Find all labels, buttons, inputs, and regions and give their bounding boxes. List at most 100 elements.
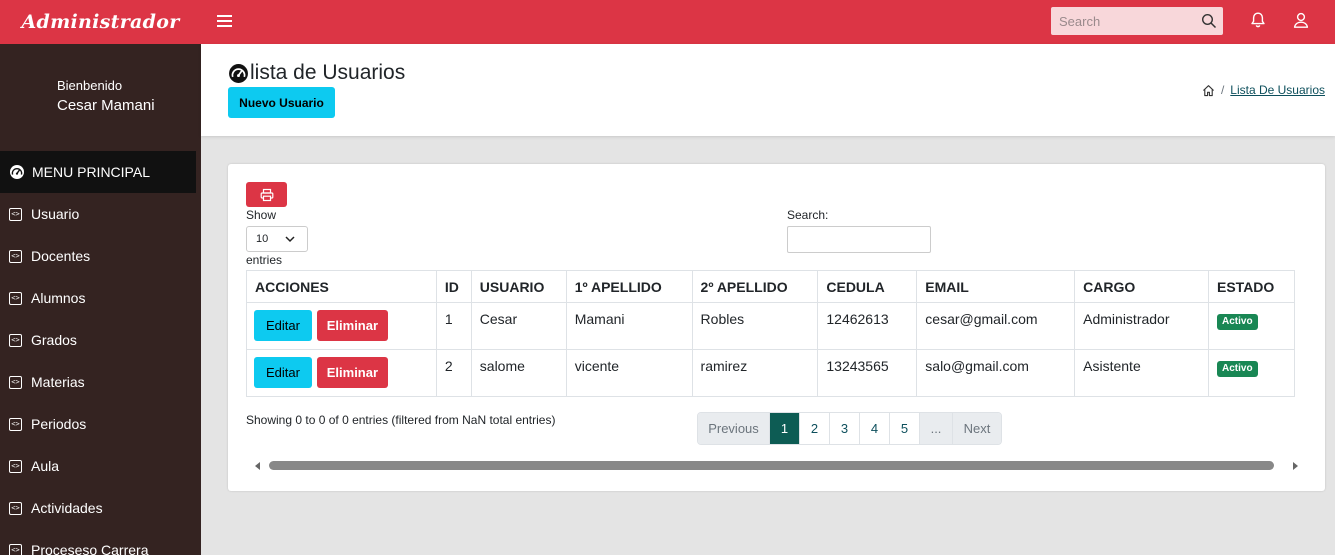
menu-icon[interactable] <box>217 13 232 29</box>
sidebar-item-proceseso-carrera[interactable]: <> Proceseso Carrera <box>0 529 196 555</box>
scroll-right-arrow-icon[interactable] <box>1293 462 1298 470</box>
delete-button[interactable]: Eliminar <box>316 310 388 341</box>
welcome-text: Bienbenido <box>57 78 123 93</box>
sidebar-item-periodos[interactable]: <> Periodos <box>0 403 196 445</box>
cell-email: cesar@gmail.com <box>916 302 1076 350</box>
sidebar-item-label: Docentes <box>31 248 91 264</box>
pagination-page-1[interactable]: 1 <box>769 413 799 444</box>
sidebar-item-docentes[interactable]: <> Docentes <box>0 235 196 277</box>
search-icon[interactable] <box>1201 13 1217 29</box>
cell-apellido2: ramirez <box>691 349 819 397</box>
cell-id: 1 <box>435 302 472 350</box>
column-header-apellido2[interactable]: 2º APELLIDO <box>691 270 819 303</box>
column-header-email[interactable]: EMAIL <box>916 270 1076 303</box>
entries-label: entries <box>246 253 283 267</box>
user-icon[interactable] <box>1292 11 1310 29</box>
cell-actions: Editar Eliminar <box>246 302 437 350</box>
cell-actions: Editar Eliminar <box>246 349 437 397</box>
table-search-label: Search: <box>787 208 829 222</box>
sidebar-item-label: Proceseso Carrera <box>31 542 149 555</box>
table-header-row: ACCIONES ID USUARIO 1º APELLIDO 2º APELL… <box>246 270 1295 303</box>
cell-cedula: 13243565 <box>817 349 918 397</box>
new-user-button[interactable]: Nuevo Usuario <box>228 87 335 118</box>
scroll-left-arrow-icon[interactable] <box>255 462 260 470</box>
chevron-down-icon <box>285 236 295 243</box>
status-badge: Activo <box>1217 314 1258 330</box>
pagination-page-3[interactable]: 3 <box>829 413 859 444</box>
breadcrumb: / Lista De Usuarios <box>1202 83 1325 97</box>
sidebar-item-label: Materias <box>31 374 85 390</box>
column-header-acciones[interactable]: ACCIONES <box>246 270 437 303</box>
sidebar-item-materias[interactable]: <> Materias <box>0 361 196 403</box>
breadcrumb-link[interactable]: Lista De Usuarios <box>1230 83 1325 97</box>
brand-logo[interactable]: Administrador <box>0 0 201 44</box>
sidebar-item-alumnos[interactable]: <> Alumnos <box>0 277 196 319</box>
page-title: lista de Usuarios <box>228 61 405 85</box>
users-table: ACCIONES ID USUARIO 1º APELLIDO 2º APELL… <box>246 270 1295 397</box>
table-info: Showing 0 to 0 of 0 entries (filtered fr… <box>246 413 556 427</box>
sidebar-item-grados[interactable]: <> Grados <box>0 319 196 361</box>
dashboard-gauge-icon <box>229 63 248 83</box>
brand-title: Administrador <box>21 11 180 33</box>
code-square-icon: <> <box>9 249 22 263</box>
pagination-next[interactable]: Next <box>952 413 1001 444</box>
cell-id: 2 <box>435 349 472 397</box>
table-row: Editar Eliminar 1 Cesar Mamani Robles 12… <box>246 302 1295 350</box>
pagination-page-2[interactable]: 2 <box>799 413 829 444</box>
column-header-apellido1[interactable]: 1º APELLIDO <box>565 270 693 303</box>
horizontal-scrollbar[interactable] <box>246 459 1307 473</box>
code-square-icon: <> <box>9 291 22 305</box>
pagination-page-4[interactable]: 4 <box>859 413 889 444</box>
user-name: Cesar Mamani <box>57 97 155 114</box>
pagination: Previous 1 2 3 4 5 ... Next <box>697 412 1002 445</box>
user-welcome: Bienbenido Cesar Mamani <box>57 78 155 114</box>
entries-length-select[interactable]: 10 <box>246 226 308 252</box>
edit-button[interactable]: Editar <box>254 357 312 388</box>
scrollbar-thumb[interactable] <box>269 461 1274 470</box>
sidebar-item-actividades[interactable]: <> Actividades <box>0 487 196 529</box>
cell-apellido1: vicente <box>565 349 693 397</box>
sidebar-item-usuario[interactable]: <> Usuario <box>0 193 196 235</box>
bell-icon[interactable] <box>1249 11 1267 29</box>
edit-button[interactable]: Editar <box>254 310 312 341</box>
sidebar-item-label: Aula <box>31 458 60 474</box>
pagination-ellipsis: ... <box>919 413 952 444</box>
content-header: lista de Usuarios Nuevo Usuario / Lista … <box>201 44 1335 136</box>
column-header-id[interactable]: ID <box>435 270 472 303</box>
breadcrumb-separator: / <box>1220 83 1225 97</box>
sidebar-item-label: Alumnos <box>31 290 86 306</box>
status-badge: Activo <box>1217 361 1258 377</box>
code-square-icon: <> <box>9 459 22 473</box>
menu-principal-label: MENU PRINCIPAL <box>32 164 150 180</box>
column-header-cedula[interactable]: CEDULA <box>817 270 918 303</box>
cell-usuario: salome <box>470 349 567 397</box>
entries-length-value: 10 <box>256 233 269 245</box>
navbar-search <box>1051 7 1223 35</box>
sidebar-item-label: Grados <box>31 332 77 348</box>
pagination-page-5[interactable]: 5 <box>889 413 919 444</box>
show-label: Show <box>246 208 277 222</box>
menu-principal-header[interactable]: MENU PRINCIPAL <box>0 151 196 193</box>
top-navbar <box>201 0 1335 44</box>
cell-cedula: 12462613 <box>817 302 918 350</box>
cell-cargo: Asistente <box>1074 349 1209 397</box>
column-header-cargo[interactable]: CARGO <box>1074 270 1209 303</box>
page-title-text: lista de Usuarios <box>250 61 406 84</box>
sidebar-item-label: Actividades <box>31 500 103 516</box>
home-icon[interactable] <box>1202 84 1215 97</box>
navbar-search-input[interactable] <box>1051 7 1191 35</box>
column-header-usuario[interactable]: USUARIO <box>470 270 567 303</box>
cell-estado: Activo <box>1208 349 1295 397</box>
delete-button[interactable]: Eliminar <box>316 357 388 388</box>
cell-email: salo@gmail.com <box>916 349 1076 397</box>
sidebar-item-aula[interactable]: <> Aula <box>0 445 196 487</box>
pagination-previous[interactable]: Previous <box>698 413 769 444</box>
column-header-estado[interactable]: ESTADO <box>1208 270 1295 303</box>
sidebar-item-label: Usuario <box>31 206 80 222</box>
table-search-input[interactable] <box>787 226 931 253</box>
code-square-icon: <> <box>9 333 22 347</box>
code-square-icon: <> <box>9 543 22 555</box>
sidebar: Bienbenido Cesar Mamani MENU PRINCIPAL <… <box>0 44 201 555</box>
print-button[interactable] <box>246 182 287 207</box>
dashboard-gauge-icon <box>10 165 24 179</box>
